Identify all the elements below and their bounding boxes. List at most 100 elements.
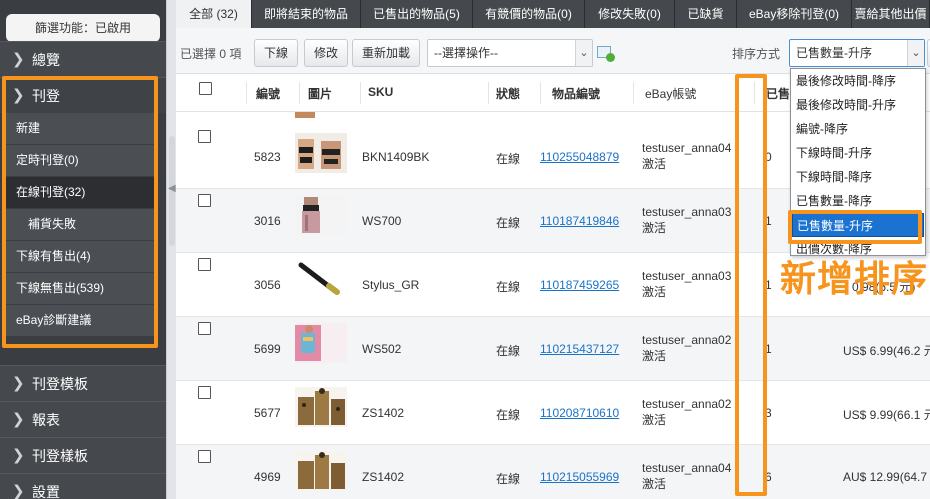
filter-status: 篩選功能：已啟用 (6, 14, 160, 42)
row-status: 在線 (496, 216, 521, 230)
tab-ending-soon[interactable]: 即將結束的物品 (252, 0, 361, 28)
settings-icon[interactable] (597, 46, 615, 62)
sidebar-item-new[interactable]: 新建 (6, 113, 154, 145)
reload-button[interactable]: 重新加載 (352, 39, 421, 67)
row-price: AU$ 12.99(64.7 (843, 470, 928, 484)
product-thumbnail (295, 195, 347, 235)
row-status: 在線 (496, 280, 521, 294)
product-thumbnail (295, 323, 347, 363)
row-item-id-link[interactable]: 110208710610 (540, 406, 619, 420)
nav-group-listing[interactable]: ❯ 刊登 (0, 77, 166, 113)
row-status: 在線 (496, 472, 521, 486)
header-sold[interactable]: 已售 (766, 85, 790, 102)
header-image: 圖片 (308, 87, 333, 101)
nav-group-overview[interactable]: ❯ 總覽 (0, 41, 166, 77)
row-number: 3056 (254, 278, 281, 292)
sidebar-item-scheduled[interactable]: 定時刊登(0) (6, 145, 154, 177)
nav-group-listing-template[interactable]: ❯ 刊登模板 (0, 365, 166, 401)
header-item-id[interactable]: 物品編號 (552, 85, 600, 102)
annotation-new-sort: 新增排序 (780, 259, 929, 300)
row-checkbox[interactable] (198, 258, 211, 271)
chevron-right-icon: ❯ (12, 375, 25, 392)
row-item-id-link[interactable]: 110215055969 (540, 470, 619, 484)
nav-group-settings[interactable]: ❯ 設置 (0, 473, 166, 499)
nav-group-listing-sample[interactable]: ❯ 刊登樣板 (0, 437, 166, 473)
row-number: 5699 (254, 342, 281, 356)
row-account-status: 激活 (642, 285, 667, 299)
header-sku[interactable]: SKU (368, 85, 393, 99)
header-account[interactable]: eBay帳號 (645, 85, 696, 102)
sort-label: 排序方式 (732, 47, 781, 61)
row-price: US$ 6.99(46.2 元 (843, 344, 930, 358)
row-item-id-link[interactable]: 110255048879 (540, 150, 619, 164)
edit-button[interactable]: 修改 (304, 39, 349, 67)
sidebar-item-online[interactable]: 在線刊登(32) (6, 177, 154, 209)
tab-sold[interactable]: 已售出的物品(5) (361, 0, 473, 28)
offline-button[interactable]: 下線 (254, 39, 299, 67)
row-account: testuser_anna02 (642, 333, 732, 347)
row-status: 在線 (496, 344, 521, 358)
row-item-id-link[interactable]: 110187419846 (540, 214, 619, 228)
selected-count: 已選擇 0 項 (180, 47, 242, 61)
sort-option[interactable]: 下線時間-升序 (792, 141, 924, 165)
row-checkbox[interactable] (198, 130, 211, 143)
product-thumbnail (295, 387, 347, 427)
row-sku: BKN1409BK (362, 150, 430, 164)
nav-group-label: 刊登 (32, 88, 60, 104)
nav-group-label: 刊登樣板 (32, 448, 88, 464)
sort-dropdown-list: 最後修改時間-降序 最後修改時間-升序 編號-降序 下線時間-升序 下線時間-降… (790, 68, 926, 256)
row-account-status: 激活 (642, 157, 667, 171)
header-status[interactable]: 狀態 (496, 85, 520, 102)
sort-select[interactable]: 已售數量-升序 ⌄ (789, 39, 925, 67)
row-account: testuser_anna04 (642, 461, 732, 475)
chevron-down-icon: ⌄ (907, 40, 924, 66)
table-row[interactable]: 5677 ZS1402 在線 110208710610 testuser_ann… (176, 381, 930, 445)
row-account-status: 激活 (642, 413, 667, 427)
sidebar-item-restock-failed[interactable]: 補貨失敗 (6, 209, 154, 241)
tab-with-bids[interactable]: 有競價的物品(0) (473, 0, 585, 28)
row-account: testuser_anna03 (642, 269, 732, 283)
sort-option[interactable]: 編號-降序 (792, 117, 924, 141)
sidebar-item-offline-unsold[interactable]: 下線無售出(539) (6, 273, 154, 305)
nav-group-reports[interactable]: ❯ 報表 (0, 401, 166, 437)
row-sold: 1 (765, 342, 772, 356)
sidebar-item-ebay-diagnosis[interactable]: eBay診斷建議 (6, 305, 154, 337)
chevron-right-icon: ❯ (12, 51, 25, 68)
row-item-id-link[interactable]: 110187459265 (540, 278, 619, 292)
sort-option[interactable]: 最後修改時間-升序 (792, 93, 924, 117)
tab-sell-to-other-bidder[interactable]: 賣給其他出價 (852, 0, 930, 28)
sort-option[interactable]: 下線時間-降序 (792, 165, 924, 189)
action-select[interactable]: --選擇操作-- ⌄ (427, 39, 593, 67)
row-checkbox[interactable] (198, 194, 211, 207)
row-checkbox[interactable] (198, 386, 211, 399)
tab-all[interactable]: 全部 (32) (176, 0, 252, 28)
row-account: testuser_anna03 (642, 205, 732, 219)
sidebar-resize-handle[interactable]: ◀ (166, 0, 176, 499)
sort-option[interactable]: 已售數量-降序 (792, 189, 924, 213)
nav-group-label: 報表 (32, 412, 60, 428)
nav-group-label: 刊登模板 (32, 376, 88, 392)
nav-group-label: 設置 (32, 484, 60, 499)
header-number[interactable]: 編號 (256, 85, 280, 102)
sort-select-value: 已售數量-升序 (796, 46, 872, 60)
tab-ebay-removed[interactable]: eBay移除刊登(0) (737, 0, 852, 28)
table-row[interactable]: 4969 ZS1402 在線 110215055969 testuser_ann… (176, 445, 930, 499)
row-sold: 0 (765, 150, 772, 164)
row-account-status: 激活 (642, 349, 667, 363)
product-thumbnail (295, 259, 347, 299)
row-checkbox[interactable] (198, 322, 211, 335)
row-checkbox[interactable] (198, 450, 211, 463)
tab-out-of-stock[interactable]: 已缺貨 (675, 0, 737, 28)
sort-option-selected[interactable]: 已售數量-升序 (792, 213, 924, 237)
row-status: 在線 (496, 408, 521, 422)
row-sold: 1 (765, 214, 772, 228)
select-all-checkbox[interactable] (199, 82, 212, 95)
collapse-arrow-icon[interactable]: ◀ (168, 183, 176, 194)
sort-option[interactable]: 最後修改時間-降序 (792, 69, 924, 93)
row-item-id-link[interactable]: 110215437127 (540, 342, 619, 356)
sidebar-item-offline-sold[interactable]: 下線有售出(4) (6, 241, 154, 273)
row-sku: ZS1402 (362, 470, 405, 484)
tab-edit-failed[interactable]: 修改失敗(0) (585, 0, 675, 28)
table-row[interactable]: 5699 WS502 在線 110215437127 testuser_anna… (176, 317, 930, 381)
row-sku: WS502 (362, 342, 402, 356)
